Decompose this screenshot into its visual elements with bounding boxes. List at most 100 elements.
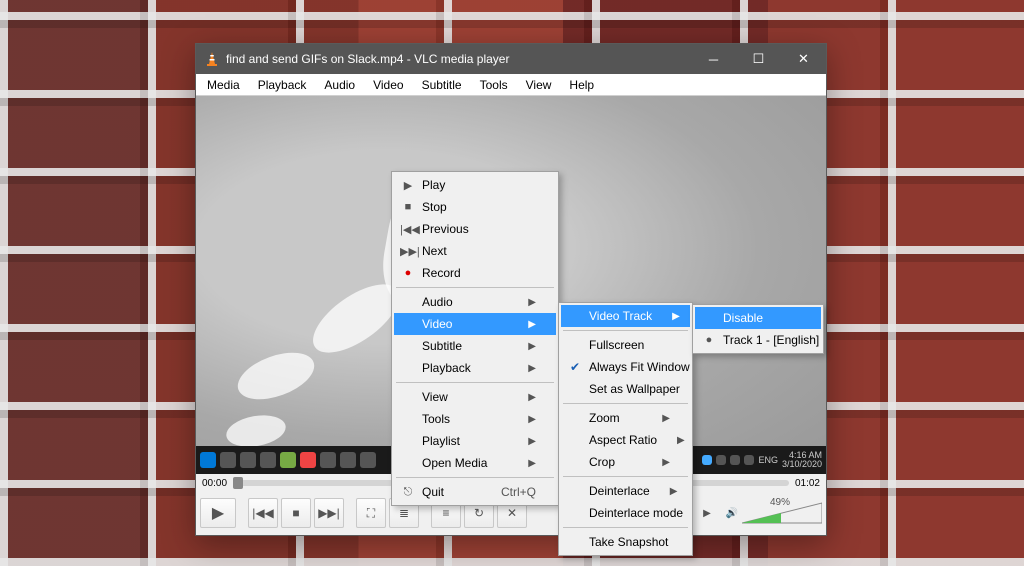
prev-icon: |◀◀ [400,223,416,236]
menubar: MediaPlaybackAudioVideoSubtitleToolsView… [196,74,826,96]
rec-icon: ● [400,267,416,279]
ctx-separator [396,287,554,288]
quit-icon: ⎋ [400,486,416,499]
ctx-record[interactable]: ● Record [394,262,556,284]
next-button[interactable]: ▶▶| [314,498,344,528]
vid-separator [563,527,688,528]
menu-audio[interactable]: Audio [315,76,364,94]
context-menu[interactable]: ▶ Play ■Stop |◀◀ Previous ▶▶| Next ● Record Audio… [391,171,559,506]
submenu-arrow-icon: ▶ [642,413,670,424]
vid-always-fit-window[interactable]: ✔Always Fit Window [561,356,690,378]
menu-playback[interactable]: Playback [249,76,316,94]
vid-label: Deinterlace mode [589,506,683,520]
submenu-arrow-icon: ▶ [642,457,670,468]
trk-disable[interactable]: Disable [695,307,821,329]
close-button[interactable]: ✕ [781,44,826,74]
submenu-arrow-icon: ▶ [652,311,680,322]
ctx-label: Video [422,317,452,331]
ctx-label: Open Media [422,456,487,470]
submenu-arrow-icon: ▶ [508,414,536,425]
vid-take-snapshot[interactable]: Take Snapshot [561,531,690,553]
vlc-icon [204,51,220,67]
ctx-open-media[interactable]: Open Media ▶ [394,452,556,474]
ctx-previous[interactable]: |◀◀ Previous [394,218,556,240]
vid-fullscreen[interactable]: Fullscreen [561,334,690,356]
ctx-stop[interactable]: ■Stop [394,196,556,218]
ctx-label: Next [422,244,447,258]
vid-set-as-wallpaper[interactable]: Set as Wallpaper [561,378,690,400]
submenu-arrow-icon: ▶ [657,435,685,446]
submenu-arrow-icon: ▶ [508,458,536,469]
ctx-label: Playback [422,361,471,375]
volume-slider[interactable]: 49% [742,501,822,525]
vid-separator [563,330,688,331]
menu-video[interactable]: Video [364,76,412,94]
video-track-submenu[interactable]: Disable ●Track 1 - [English] [692,304,824,354]
prev-button[interactable]: |◀◀ [248,498,278,528]
ctx-label: Record [422,266,461,280]
vid-deinterlace[interactable]: Deinterlace▶ [561,480,690,502]
window-title: find and send GIFs on Slack.mp4 - VLC me… [226,52,691,66]
ctx-audio[interactable]: Audio ▶ [394,291,556,313]
ctx-label: Subtitle [422,339,462,353]
submenu-arrow-icon: ▶ [508,319,536,330]
time-total: 01:02 [795,478,820,489]
ctx-video[interactable]: Video ▶ [394,313,556,335]
submenu-arrow-icon: ▶ [508,297,536,308]
vid-separator [563,403,688,404]
trk-label: Track 1 - [English] [723,333,819,347]
vid-zoom[interactable]: Zoom ▶ [561,407,690,429]
ctx-label: Audio [422,295,453,309]
minimize-button[interactable]: ─ [691,44,736,74]
time-elapsed: 00:00 [202,478,227,489]
vid-label: Video Track [589,309,652,323]
desktop-wallpaper: find and send GIFs on Slack.mp4 - VLC me… [0,0,1024,566]
ctx-play[interactable]: ▶ Play [394,174,556,196]
speaker-icon[interactable]: 🔊 [726,508,738,519]
ctx-label: Previous [422,222,469,236]
vid-label: Set as Wallpaper [589,382,680,396]
menu-media[interactable]: Media [198,76,249,94]
submenu-arrow-icon: ▶ [508,392,536,403]
vid-video-track[interactable]: Video Track▶ [561,305,690,327]
stop-button[interactable]: ■ [281,498,311,528]
vid-label: Zoom [589,411,620,425]
vid-aspect-ratio[interactable]: Aspect Ratio▶ [561,429,690,451]
ctx-label: Play [422,178,445,192]
ctx-tools[interactable]: Tools▶ [394,408,556,430]
seek-thumb[interactable] [233,477,243,489]
ctx-label: View [422,390,448,404]
video-submenu[interactable]: Video Track▶Fullscreen✔Always Fit Window… [558,302,693,556]
ctx-next[interactable]: ▶▶| Next [394,240,556,262]
menu-subtitle[interactable]: Subtitle [413,76,471,94]
vid-label: Fullscreen [589,338,644,352]
ctx-view[interactable]: View ▶ [394,386,556,408]
trk-label: Disable [723,311,763,325]
menu-help[interactable]: Help [560,76,603,94]
maximize-button[interactable]: ☐ [736,44,781,74]
titlebar[interactable]: find and send GIFs on Slack.mp4 - VLC me… [196,44,826,74]
trk-track-1-english-[interactable]: ●Track 1 - [English] [695,329,821,351]
taskbar-lang: ENG [758,455,778,465]
play-icon: ▶ [400,179,416,192]
vid-label: Take Snapshot [589,535,668,549]
stop-icon: ■ [400,201,416,213]
vid-separator [563,476,688,477]
fullscreen-button[interactable]: ⛶ [356,498,386,528]
vid-label: Crop [589,455,615,469]
ctx-label: Playlist [422,434,460,448]
vid-deinterlace-mode[interactable]: Deinterlace mode▶ [561,502,690,524]
menu-view[interactable]: View [517,76,561,94]
play-button[interactable]: ▶ [200,498,236,528]
ctx-quit[interactable]: ⎋QuitCtrl+Q [394,481,556,503]
menu-tools[interactable]: Tools [471,76,517,94]
next-icon: ▶▶| [400,245,416,258]
ctx-playback[interactable]: Playback▶ [394,357,556,379]
shortcut-label: Ctrl+Q [471,485,536,499]
vid-crop[interactable]: Crop ▶ [561,451,690,473]
ctx-separator [396,382,554,383]
vid-label: Aspect Ratio [589,433,657,447]
submenu-arrow-icon: ▶ [650,486,678,497]
ctx-subtitle[interactable]: Subtitle▶ [394,335,556,357]
ctx-playlist[interactable]: Playlist▶ [394,430,556,452]
